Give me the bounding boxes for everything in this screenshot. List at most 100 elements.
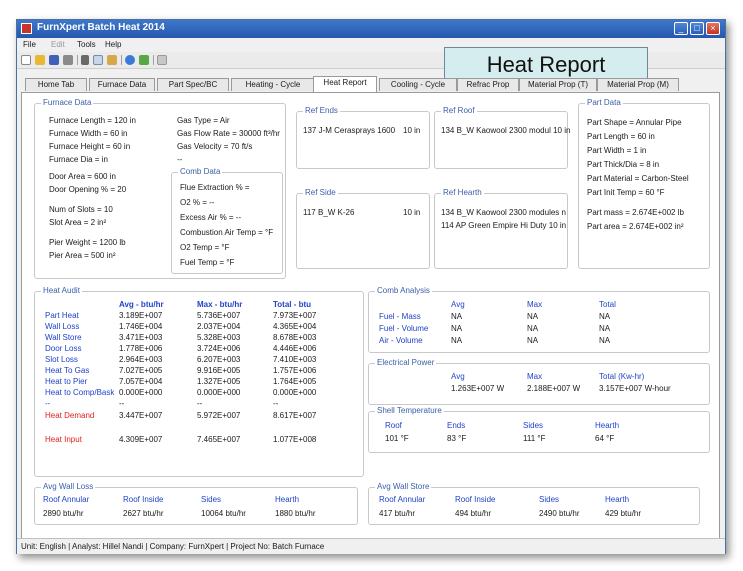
report-icon[interactable] [157, 55, 167, 65]
open-folder-icon[interactable] [35, 55, 45, 65]
row-total: 8.678E+003 [273, 333, 317, 342]
toolbar-separator [77, 55, 78, 65]
run-icon[interactable] [139, 55, 149, 65]
row-avg: 3.189E+007 [119, 311, 163, 320]
combustion-air-temp: Combustion Air Temp = °F [180, 228, 274, 237]
furnace-length: Furnace Length = 120 in [49, 116, 136, 125]
row-total: NA [599, 336, 611, 345]
shell-ends: 83 °F [447, 434, 467, 443]
print-icon[interactable] [63, 55, 73, 65]
toolbar-separator [153, 55, 154, 65]
row-label: Wall Store [45, 333, 82, 342]
tab-strip: Home Tab Furnace Data Part Spec/BC Heati… [17, 76, 725, 92]
part-area: Part area = 2.674E+002 in² [587, 222, 684, 231]
status-text: Unit: English | Analyst: Hillel Nandi | … [21, 542, 325, 551]
group-label: Avg Wall Loss [41, 482, 96, 491]
row-avg: 7.027E+005 [119, 366, 163, 375]
wall-store-sides: 2490 btu/hr [539, 509, 580, 518]
gas-flow-rate: Gas Flow Rate = 30000 ft³/hr [177, 129, 280, 138]
tab-part-spec[interactable]: Part Spec/BC [157, 78, 229, 91]
minimize-button[interactable]: _ [674, 22, 688, 35]
gas-extra: -- [177, 155, 183, 164]
furnace-width: Furnace Width = 60 in [49, 129, 128, 138]
tab-refrac-prop[interactable]: Refrac Prop [457, 78, 519, 91]
header-max: Max [527, 372, 543, 381]
pier-area: Pier Area = 500 in² [49, 251, 116, 260]
row-avg: 2.964E+003 [119, 355, 163, 364]
header-hearth: Hearth [275, 495, 300, 504]
cut-icon[interactable] [81, 55, 89, 65]
excess-air: Excess Air % = -- [180, 213, 242, 222]
tab-cooling-cycle[interactable]: Cooling - Cycle [379, 78, 457, 91]
group-label: Electrical Power [375, 358, 437, 367]
shell-roof: 101 °F [385, 434, 409, 443]
group-label: Comb Analysis [375, 286, 432, 295]
row-label: Heat To Gas [45, 366, 90, 375]
row-avg: NA [451, 324, 463, 333]
comb-analysis-group: Comb Analysis Avg Max Total Fuel - Mass … [368, 286, 710, 353]
tab-material-prop-t[interactable]: Material Prop (T) [519, 78, 597, 91]
menu-tools[interactable]: Tools [77, 40, 96, 49]
paste-icon[interactable] [107, 55, 117, 65]
ref-ends-group: Ref Ends 137 J-M Cerasprays 1600 10 in [296, 106, 430, 169]
heat-audit-group: Heat Audit Avg - btu/hr Max - btu/hr Tot… [34, 286, 364, 477]
ref-side-group: Ref Side 117 B_W K-26 10 in [296, 188, 430, 269]
header-hearth: Hearth [595, 421, 620, 430]
heat-demand-avg: 3.447E+007 [119, 411, 163, 420]
tab-heat-report[interactable]: Heat Report [313, 76, 377, 92]
row-avg: 3.471E+003 [119, 333, 163, 342]
row-label: Air - Volume [379, 336, 423, 345]
menu-edit[interactable]: Edit [51, 40, 65, 49]
maximize-button[interactable]: □ [690, 22, 704, 35]
header-roof-inside: Roof Inside [455, 495, 496, 504]
tab-material-prop-m[interactable]: Material Prop (M) [597, 78, 679, 91]
menu-help[interactable]: Help [105, 40, 121, 49]
row-label: Wall Loss [45, 322, 80, 331]
tab-heating-cycle[interactable]: Heating - Cycle [231, 78, 315, 91]
row-max: NA [527, 312, 539, 321]
row-total: 7.973E+007 [273, 311, 317, 320]
row-max: 5.328E+003 [197, 333, 241, 342]
o2-temp: O2 Temp = °F [180, 243, 230, 252]
header-sides: Sides [201, 495, 222, 504]
num-of-slots: Num of Slots = 10 [49, 205, 113, 214]
row-total: 1.757E+006 [273, 366, 317, 375]
electrical-max: 2.188E+007 W [527, 384, 581, 393]
header-roof-annular: Roof Annular [43, 495, 90, 504]
row-label: Heat to Pier [45, 377, 88, 386]
row-max: 3.724E+006 [197, 344, 241, 353]
app-window: FurnXpert Batch Heat 2014 _ □ × File Edi… [16, 19, 726, 554]
title-bar: FurnXpert Batch Heat 2014 _ □ × [17, 20, 725, 38]
wall-loss-hearth: 1880 btu/hr [275, 509, 316, 518]
copy-icon[interactable] [93, 55, 103, 65]
row-max: -- [197, 399, 203, 408]
gas-velocity: Gas Velocity = 70 ft/s [177, 142, 253, 151]
ref-roof-group: Ref Roof 134 B_W Kaowool 2300 modul 10 i… [434, 106, 570, 169]
wall-store-roof-inside: 494 btu/hr [455, 509, 492, 518]
heat-demand-label: Heat Demand [45, 411, 95, 420]
help-icon[interactable] [125, 55, 135, 65]
group-label: Shell Temperature [375, 406, 444, 415]
row-avg: -- [119, 399, 125, 408]
new-icon[interactable] [21, 55, 31, 65]
tab-furnace-data[interactable]: Furnace Data [89, 78, 155, 91]
close-button[interactable]: × [706, 22, 720, 35]
group-label: Furnace Data [41, 98, 94, 107]
flue-extraction: Flue Extraction % = [180, 183, 250, 192]
part-init-temp: Part Init Temp = 60 °F [587, 188, 665, 197]
part-shape: Part Shape = Annular Pipe [587, 118, 682, 127]
heat-input-max: 7.465E+007 [197, 435, 241, 444]
row-label: Fuel - Volume [379, 324, 429, 333]
heat-input-total: 1.077E+008 [273, 435, 317, 444]
header-avg: Avg [451, 300, 465, 309]
part-width: Part Width = 1 in [587, 146, 647, 155]
tab-home[interactable]: Home Tab [25, 78, 87, 91]
furnace-data-group: Furnace Data Furnace Length = 120 in Fur… [34, 98, 286, 279]
header-total: Total (Kw-hr) [599, 372, 645, 381]
wall-store-hearth: 429 btu/hr [605, 509, 642, 518]
save-icon[interactable] [49, 55, 59, 65]
row-total: 4.446E+006 [273, 344, 317, 353]
menu-file[interactable]: File [23, 40, 36, 49]
row-max: 0.000E+000 [197, 388, 241, 397]
row-max: 1.327E+005 [197, 377, 241, 386]
